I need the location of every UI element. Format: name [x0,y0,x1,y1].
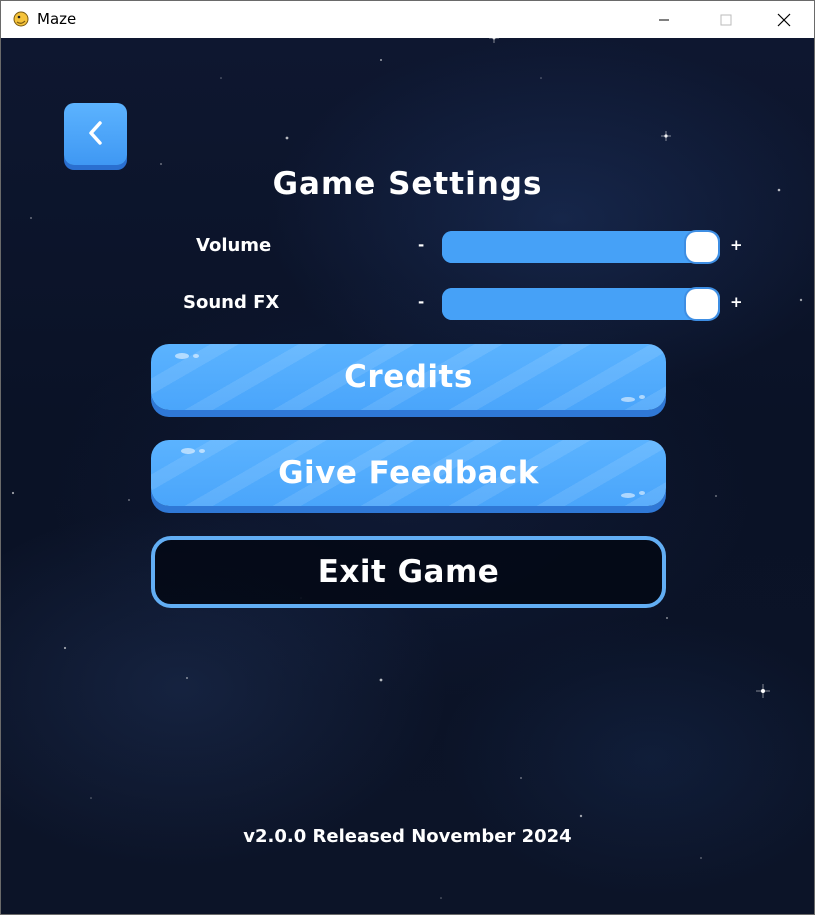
sound-fx-decrease[interactable]: - [418,293,424,311]
volume-slider-fill [442,231,720,263]
sound-fx-increase[interactable]: + [730,293,743,311]
back-button[interactable] [64,103,127,165]
give-feedback-button[interactable]: Give Feedback [151,440,666,506]
sound-fx-slider-fill [442,288,720,320]
volume-increase[interactable]: + [730,236,743,254]
version-text: v2.0.0 Released November 2024 [243,826,572,847]
credits-button-label: Credits [344,359,473,395]
volume-label: Volume [196,235,272,256]
exit-game-button[interactable]: Exit Game [151,536,666,608]
volume-slider[interactable] [442,231,720,263]
volume-decrease[interactable]: - [418,236,424,254]
volume-slider-thumb[interactable] [686,232,718,262]
give-feedback-button-label: Give Feedback [278,455,539,491]
close-icon[interactable] [761,1,807,38]
sound-fx-slider[interactable] [442,288,720,320]
sound-fx-label: Sound FX [183,292,280,313]
credits-button[interactable]: Credits [151,344,666,410]
page-title: Game Settings [272,166,543,202]
chevron-left-icon [89,121,102,145]
maximize-icon[interactable] [703,1,749,38]
title-bar: Maze [1,1,814,38]
pygame-snake-icon [12,10,30,28]
minimize-icon[interactable] [641,1,687,38]
window-title: Maze [37,10,77,28]
app-window: Maze Game Settings Volume - + Sound FX -… [0,0,815,915]
exit-game-button-label: Exit Game [317,554,500,590]
game-canvas: Game Settings Volume - + Sound FX - + Cr… [1,38,814,914]
sound-fx-slider-thumb[interactable] [686,289,718,319]
